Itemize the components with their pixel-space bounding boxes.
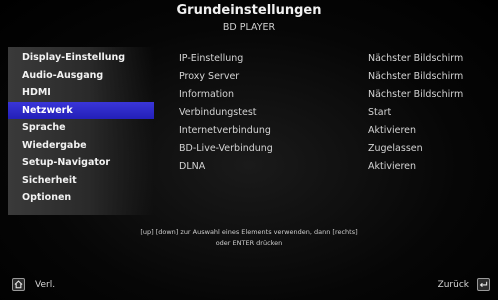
sidebar-item-language[interactable]: Sprache xyxy=(8,119,154,137)
setting-row-connection-test[interactable]: Verbindungstest Start xyxy=(179,104,479,122)
sidebar-item-display[interactable]: Display-Einstellung xyxy=(8,49,154,67)
exit-label: Verl. xyxy=(35,279,56,290)
setting-value: Nächster Bildschirm xyxy=(368,89,464,100)
back-button[interactable]: Zurück xyxy=(438,278,490,291)
back-label: Zurück xyxy=(437,279,469,290)
setting-value: Nächster Bildschirm xyxy=(368,71,464,82)
hint-line-1: [up] [down] zur Auswahl eines Elements v… xyxy=(140,228,358,236)
home-icon xyxy=(12,278,25,291)
page-title: Grundeinstellungen xyxy=(176,3,322,18)
sidebar-item-playback[interactable]: Wiedergabe xyxy=(8,137,154,155)
sidebar-item-options[interactable]: Optionen xyxy=(8,189,154,207)
setting-value: Nächster Bildschirm xyxy=(368,53,464,64)
page-subtitle: BD PLAYER xyxy=(222,22,276,33)
setting-value: Aktivieren xyxy=(368,125,417,136)
setting-label: Verbindungstest xyxy=(179,107,257,118)
setting-label: Information xyxy=(179,89,234,100)
setting-value: Start xyxy=(368,107,392,118)
sidebar-item-audio[interactable]: Audio-Ausgang xyxy=(8,67,154,85)
setting-row-information[interactable]: Information Nächster Bildschirm xyxy=(179,86,479,104)
setting-label: IP-Einstellung xyxy=(179,53,244,64)
sidebar-item-setup-navigator[interactable]: Setup-Navigator xyxy=(8,154,154,172)
setting-row-bd-live[interactable]: BD-Live-Verbindung Zugelassen xyxy=(179,140,479,158)
return-icon xyxy=(477,278,490,291)
setting-value: Zugelassen xyxy=(368,143,423,154)
sidebar-menu: Display-Einstellung Audio-Ausgang HDMI N… xyxy=(8,47,154,215)
setting-row-dlna[interactable]: DLNA Aktivieren xyxy=(179,158,479,176)
sidebar-item-network[interactable]: Netzwerk xyxy=(8,101,154,119)
sidebar-item-hdmi[interactable]: HDMI xyxy=(8,84,154,102)
setting-label: DLNA xyxy=(179,161,206,172)
setting-row-internet[interactable]: Internetverbindung Aktivieren xyxy=(179,122,479,140)
setting-row-proxy[interactable]: Proxy Server Nächster Bildschirm xyxy=(179,68,479,86)
sidebar-item-security[interactable]: Sicherheit xyxy=(8,172,154,190)
settings-list: IP-Einstellung Nächster Bildschirm Proxy… xyxy=(179,50,479,176)
setting-value: Aktivieren xyxy=(368,161,417,172)
hint-line-2: oder ENTER drücken xyxy=(215,239,283,247)
setting-row-ip[interactable]: IP-Einstellung Nächster Bildschirm xyxy=(179,50,479,68)
exit-button[interactable]: Verl. xyxy=(12,278,55,291)
setting-label: Internetverbindung xyxy=(179,125,271,136)
navigation-hint: [up] [down] zur Auswahl eines Elements v… xyxy=(0,227,498,249)
setting-label: BD-Live-Verbindung xyxy=(179,143,273,154)
setting-label: Proxy Server xyxy=(179,71,240,82)
settings-screen: Grundeinstellungen BD PLAYER Display-Ein… xyxy=(0,0,498,300)
